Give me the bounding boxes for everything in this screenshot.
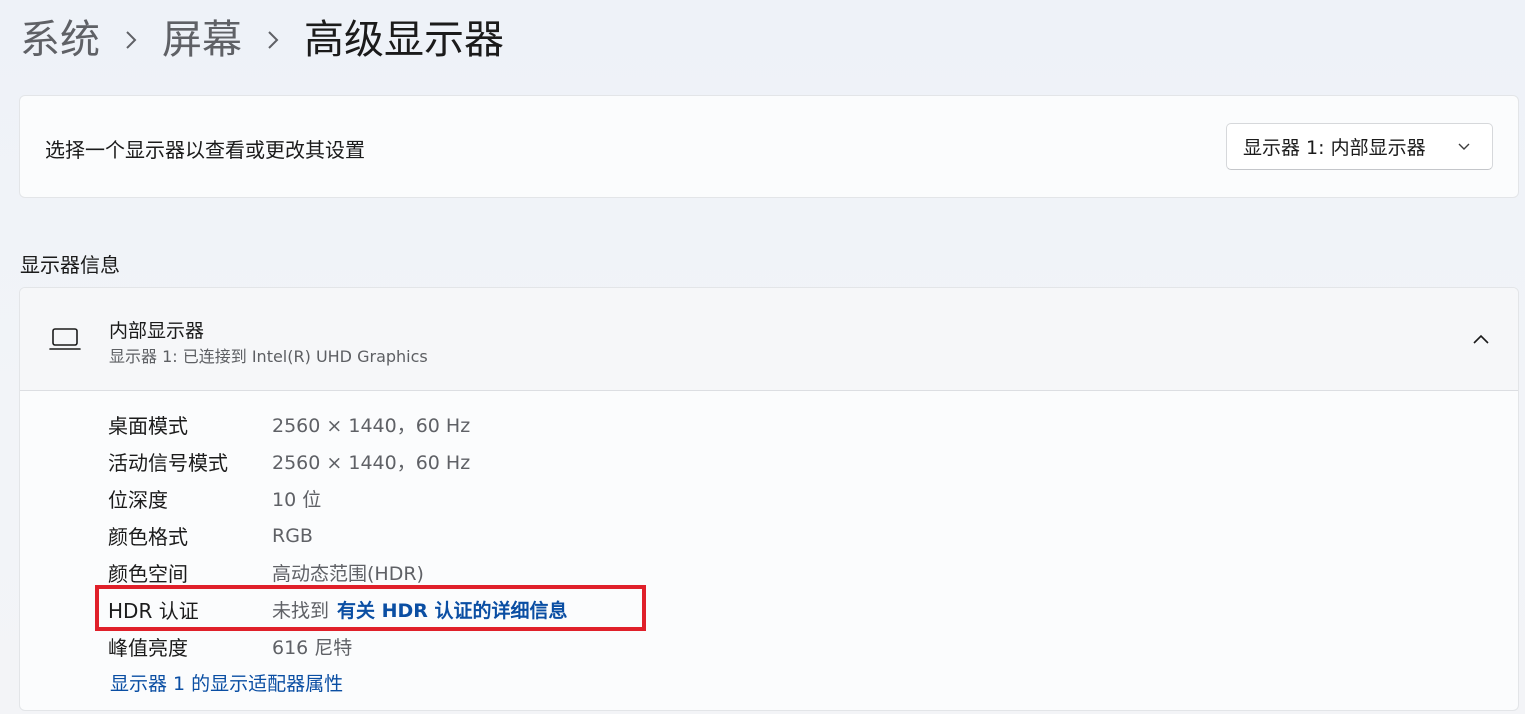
display-selector-label: 选择一个显示器以查看或更改其设置: [45, 138, 365, 162]
info-value: 10 位: [272, 489, 322, 511]
info-key: 颜色格式: [108, 525, 188, 549]
info-row-desktop-mode: 桌面模式 2560 × 1440，60 Hz: [108, 406, 568, 443]
info-value: 2560 × 1440，60 Hz: [272, 452, 471, 474]
section-title-display-info: 显示器信息: [20, 253, 120, 277]
chevron-up-icon[interactable]: [1471, 331, 1491, 347]
info-row-peak-brightness: 峰值亮度 616 尼特: [108, 628, 568, 665]
info-value: 2560 × 1440，60 Hz: [272, 415, 471, 437]
chevron-right-icon: [242, 29, 304, 51]
page-title: 高级显示器: [304, 17, 504, 63]
info-row-active-signal-mode: 活动信号模式 2560 × 1440，60 Hz: [108, 443, 568, 480]
breadcrumb-item-system[interactable]: 系统: [20, 12, 100, 68]
display-connection-subtitle: 显示器 1: 已连接到 Intel(R) UHD Graphics: [109, 347, 428, 366]
info-key: 峰值亮度: [108, 636, 188, 660]
breadcrumb: 系统 屏幕 高级显示器: [20, 12, 504, 68]
info-value: RGB: [272, 524, 313, 547]
display-name: 内部显示器: [109, 320, 205, 342]
display-info-card: 内部显示器 显示器 1: 已连接到 Intel(R) UHD Graphics …: [19, 287, 1519, 711]
info-key: 位深度: [108, 488, 168, 512]
breadcrumb-item-display[interactable]: 屏幕: [162, 12, 242, 68]
info-key: 桌面模式: [108, 414, 188, 438]
laptop-icon: [49, 328, 81, 350]
display-selector-card: 选择一个显示器以查看或更改其设置 显示器 1: 内部显示器: [19, 95, 1519, 198]
info-row-bit-depth: 位深度 10 位: [108, 480, 568, 517]
advanced-display-page: 系统 屏幕 高级显示器 选择一个显示器以查看或更改其设置 显示器 1: 内部显示…: [0, 0, 1525, 714]
chevron-down-icon: [1458, 143, 1470, 150]
info-value: 616 尼特: [272, 637, 353, 659]
annotation-highlight-box: [95, 585, 646, 631]
info-key: 活动信号模式: [108, 451, 228, 475]
display-dropdown-value: 显示器 1: 内部显示器: [1243, 137, 1426, 159]
display-dropdown[interactable]: 显示器 1: 内部显示器: [1226, 123, 1493, 170]
info-key: 颜色空间: [108, 562, 188, 586]
chevron-right-icon: [100, 29, 162, 51]
info-row-color-format: 颜色格式 RGB: [108, 517, 568, 554]
info-value: 高动态范围(HDR): [272, 563, 424, 585]
display-info-expander-header[interactable]: 内部显示器 显示器 1: 已连接到 Intel(R) UHD Graphics: [20, 288, 1518, 391]
display-adapter-properties-link[interactable]: 显示器 1 的显示适配器属性: [110, 669, 343, 696]
